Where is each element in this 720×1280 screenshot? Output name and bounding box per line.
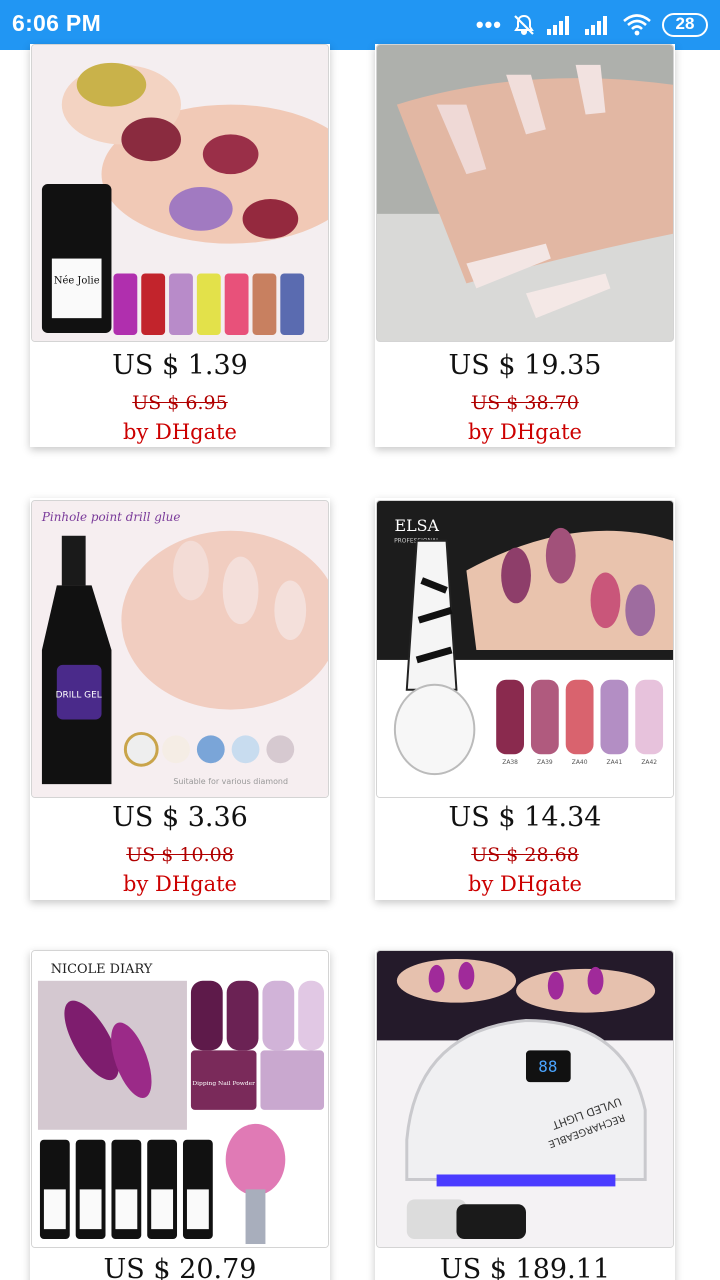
product-seller: by DHgate (123, 420, 237, 444)
product-seller: by DHgate (468, 872, 582, 896)
signal-icon (584, 14, 612, 36)
shade-label: ZA39 (537, 759, 553, 766)
product-price: US $ 1.39 (112, 350, 248, 381)
shade-label: ZA41 (607, 759, 623, 766)
product-old-price: US $ 10.08 (126, 844, 234, 866)
product-price: US $ 14.34 (448, 802, 602, 833)
image-caption: Pinhole point drill glue (41, 510, 180, 524)
product-image[interactable]: Pinhole point drill glue DRILL GEL Suita… (31, 500, 329, 798)
status-icons: ••• 28 (476, 9, 708, 41)
shade-label: ZA42 (641, 759, 657, 766)
product-image[interactable]: 88 UVLED LIGHT RECHARGEABLE (376, 950, 674, 1248)
image-footer: Suitable for various diamond (173, 777, 288, 786)
product-seller: by DHgate (123, 872, 237, 896)
product-card[interactable]: US $ 19.35 US $ 38.70 by DHgate (375, 44, 675, 447)
notifications-off-icon (512, 13, 536, 37)
product-card[interactable]: Pinhole point drill glue DRILL GEL Suita… (30, 498, 330, 900)
product-price: US $ 189.11 (439, 1254, 611, 1280)
product-card[interactable]: Née Jolie US $ 1.39 US $ 6.95 by DHgate (30, 44, 330, 447)
product-image[interactable]: NICOLE DIARY Dipping Nail Powder (31, 950, 329, 1248)
wifi-icon (622, 13, 652, 37)
battery-icon: 28 (662, 13, 708, 37)
product-image[interactable]: Née Jolie (31, 44, 329, 342)
product-card[interactable]: 88 UVLED LIGHT RECHARGEABLE US $ 189.11 (375, 950, 675, 1280)
more-dots-icon: ••• (475, 12, 502, 37)
product-card[interactable]: ELSA PROFESSIONAL ZA38 ZA39 ZA40 ZA41 ZA… (375, 498, 675, 900)
product-price: US $ 19.35 (448, 350, 602, 381)
brand-text: ELSA (394, 516, 439, 535)
image-caption: Dipping Nail Powder (192, 1080, 255, 1087)
svg-text:88: 88 (538, 1057, 557, 1076)
product-seller: by DHgate (468, 420, 582, 444)
shade-label: ZA38 (502, 759, 518, 766)
brand-text: NICOLE DIARY (51, 962, 153, 977)
status-time: 6:06 PM (12, 10, 102, 36)
product-old-price: US $ 38.70 (471, 392, 579, 414)
product-old-price: US $ 28.68 (471, 844, 579, 866)
brand-text: DRILL GEL (56, 691, 102, 701)
product-price: US $ 3.36 (112, 802, 248, 833)
product-card[interactable]: NICOLE DIARY Dipping Nail Powder US $ 20… (30, 950, 330, 1280)
status-bar: 6:06 PM ••• 28 (0, 0, 720, 50)
shade-label: ZA40 (572, 759, 588, 766)
signal-icon (546, 14, 574, 36)
product-image[interactable]: ELSA PROFESSIONAL ZA38 ZA39 ZA40 ZA41 ZA… (376, 500, 674, 798)
product-image[interactable] (376, 44, 674, 342)
brand-text: Née Jolie (54, 275, 100, 286)
product-old-price: US $ 6.95 (132, 392, 228, 414)
product-price: US $ 20.79 (103, 1254, 257, 1280)
